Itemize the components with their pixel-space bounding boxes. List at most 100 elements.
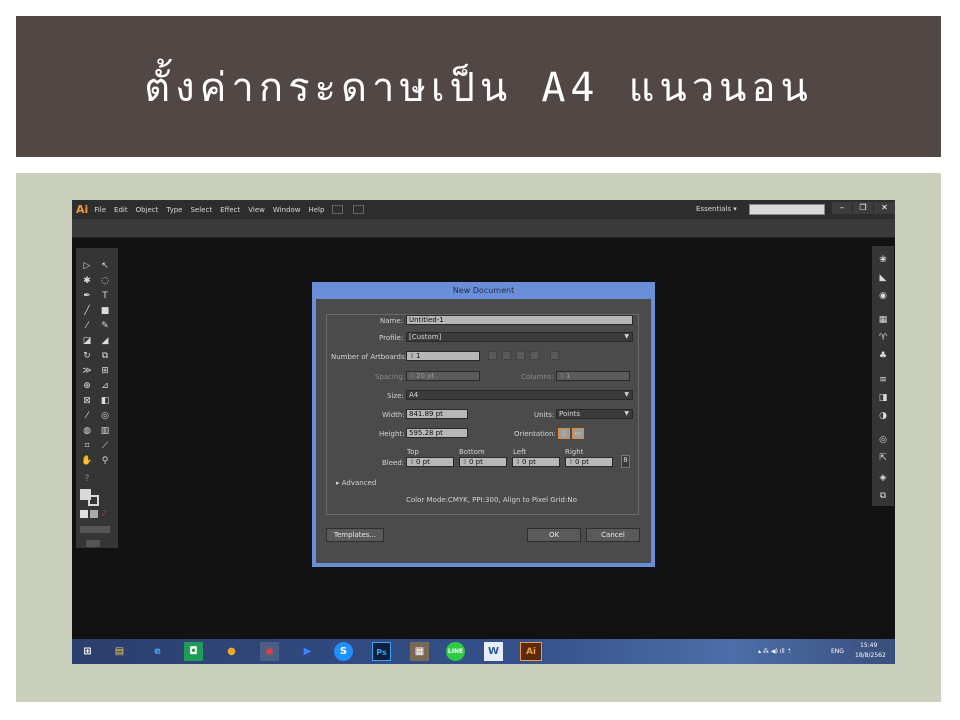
templates-button[interactable]: Templates...	[326, 528, 384, 542]
columns-field[interactable]: ⇕1	[556, 371, 630, 381]
menu-type[interactable]: Type	[166, 206, 182, 214]
height-field[interactable]: 595.28 pt	[406, 428, 468, 438]
gradient-tool-icon[interactable]: ◧	[98, 395, 112, 407]
menu-edit[interactable]: Edit	[114, 206, 128, 214]
column-graph-tool-icon[interactable]: ▥	[98, 425, 112, 437]
portrait-icon[interactable]: ▯	[558, 428, 570, 439]
symbol-sprayer-tool-icon[interactable]: ◍	[80, 425, 94, 437]
bleed-top-field[interactable]: ⇕0 pt	[406, 457, 454, 467]
search-input[interactable]	[749, 204, 825, 215]
type-tool-icon[interactable]: T	[98, 290, 112, 302]
bleed-bottom-field[interactable]: ⇕0 pt	[459, 457, 507, 467]
grid-by-row-icon[interactable]	[488, 351, 497, 360]
bleed-right-field[interactable]: ⇕0 pt	[565, 457, 613, 467]
shape-builder-tool-icon[interactable]: ⊕	[80, 380, 94, 392]
blend-tool-icon[interactable]: ◎	[98, 410, 112, 422]
clock-date[interactable]: 18/8/2562	[855, 652, 886, 659]
menu-select[interactable]: Select	[190, 206, 212, 214]
free-transform-tool-icon[interactable]: ⊞	[98, 365, 112, 377]
gradient-mode-icon[interactable]	[90, 510, 98, 518]
paintbrush-tool-icon[interactable]: ⁄	[80, 320, 94, 332]
bleed-left-field[interactable]: ⇕0 pt	[512, 457, 560, 467]
minimize-button[interactable]: –	[832, 202, 852, 214]
windows-start-icon[interactable]: ⊞	[78, 642, 97, 661]
close-button[interactable]: ✕	[874, 202, 895, 214]
magic-wand-tool-icon[interactable]: ✱	[80, 275, 94, 287]
transparency-icon[interactable]: ◑	[877, 410, 889, 422]
blob-brush-tool-icon[interactable]: ◪	[80, 335, 94, 347]
stroke-swatch-icon[interactable]	[88, 495, 99, 506]
slice-tool-icon[interactable]: ⟋	[98, 440, 112, 452]
selection-tool-icon[interactable]: ▷	[80, 260, 94, 272]
lasso-tool-icon[interactable]: ◌	[98, 275, 112, 287]
ok-button[interactable]: OK	[527, 528, 581, 542]
artboards-field[interactable]: ⇕1	[406, 351, 480, 361]
pen-tool-icon[interactable]: ✒	[80, 290, 94, 302]
workspace-switcher[interactable]: Essentials ▾	[696, 205, 737, 213]
zoom-tool-icon[interactable]: ⚲	[98, 455, 112, 467]
arrange-by-column-icon[interactable]	[530, 351, 539, 360]
store-icon[interactable]: ◘	[184, 642, 203, 661]
rectangle-tool-icon[interactable]: ■	[98, 305, 112, 317]
language-indicator[interactable]: ENG	[831, 648, 844, 655]
stroke-panel-icon[interactable]: ≡	[877, 374, 889, 386]
mesh-tool-icon[interactable]: ⊠	[80, 395, 94, 407]
eraser-tool-icon[interactable]: ◢	[98, 335, 112, 347]
width-field[interactable]: 841.89 pt	[406, 409, 468, 419]
drawing-modes-icon[interactable]	[80, 526, 110, 533]
clock-time[interactable]: 15:49	[860, 642, 877, 649]
eyedropper-tool-icon[interactable]: ⁄	[80, 410, 94, 422]
size-select[interactable]: A4 ▼	[406, 390, 633, 400]
bridge-icon[interactable]	[332, 205, 344, 214]
illustrator-taskbar-icon[interactable]: Ai	[520, 642, 542, 661]
skype-icon[interactable]: S	[334, 642, 353, 661]
artboard-tool-icon[interactable]: ⌗	[80, 440, 94, 452]
swatches-icon[interactable]: ▦	[877, 314, 889, 326]
line-app-icon[interactable]: LINE	[446, 642, 465, 661]
appearance-icon[interactable]: ◉	[877, 290, 889, 302]
color-mode-icon[interactable]	[80, 510, 88, 518]
word-icon[interactable]: W	[484, 642, 503, 661]
symbols-icon[interactable]: ♣	[877, 350, 889, 362]
arrange-documents-icon[interactable]	[353, 205, 365, 214]
internet-explorer-icon[interactable]: e	[148, 642, 167, 661]
color-panel-icon[interactable]: ❀	[877, 254, 889, 266]
menu-object[interactable]: Object	[136, 206, 159, 214]
brushes-icon[interactable]: ♈	[877, 332, 889, 344]
width-tool-icon[interactable]: ≫	[80, 365, 94, 377]
arrange-by-row-icon[interactable]	[516, 351, 525, 360]
right-to-left-icon[interactable]	[550, 351, 559, 360]
spacing-field[interactable]: ⇕20 pt	[406, 371, 480, 381]
menu-help[interactable]: Help	[308, 206, 324, 214]
tray-icons[interactable]: ▴ ⁂ ◀) ıll ⇡	[758, 648, 792, 655]
photoshop-icon[interactable]: Ps	[372, 642, 391, 661]
export-icon[interactable]: ⇱	[877, 452, 889, 464]
menu-file[interactable]: File	[94, 206, 106, 214]
landscape-icon[interactable]: ▭	[572, 428, 584, 439]
screen-mode-icon[interactable]	[86, 540, 100, 547]
perspective-grid-tool-icon[interactable]: ⊿	[98, 380, 112, 392]
color-guide-icon[interactable]: ◣	[877, 272, 889, 284]
scale-tool-icon[interactable]: ⧉	[98, 350, 112, 362]
restore-button[interactable]: ❐	[853, 202, 873, 214]
layers-icon[interactable]: ◈	[877, 472, 889, 484]
advanced-toggle[interactable]: ▸ Advanced	[336, 479, 376, 487]
cancel-button[interactable]: Cancel	[586, 528, 640, 542]
direct-selection-tool-icon[interactable]: ↖	[98, 260, 112, 272]
gradient-panel-icon[interactable]: ◨	[877, 392, 889, 404]
file-explorer-icon[interactable]: ▤	[110, 642, 129, 661]
menu-window[interactable]: Window	[273, 206, 301, 214]
link-bleed-icon[interactable]: 8	[621, 455, 630, 468]
pencil-tool-icon[interactable]: ✎	[98, 320, 112, 332]
chrome-icon[interactable]: ◉	[260, 642, 279, 661]
rotate-tool-icon[interactable]: ↻	[80, 350, 94, 362]
name-field[interactable]: Untitled-1	[406, 315, 633, 325]
none-mode-icon[interactable]: ⁄	[100, 510, 108, 518]
hand-tool-icon[interactable]: ✋	[80, 455, 94, 467]
line-tool-icon[interactable]: ╱	[80, 305, 94, 317]
graphic-styles-icon[interactable]: ◎	[877, 434, 889, 446]
units-select[interactable]: Points ▼	[556, 409, 633, 419]
menu-view[interactable]: View	[248, 206, 265, 214]
artboards-icon[interactable]: ⧉	[877, 490, 889, 502]
profile-select[interactable]: [Custom] ▼	[406, 332, 633, 342]
